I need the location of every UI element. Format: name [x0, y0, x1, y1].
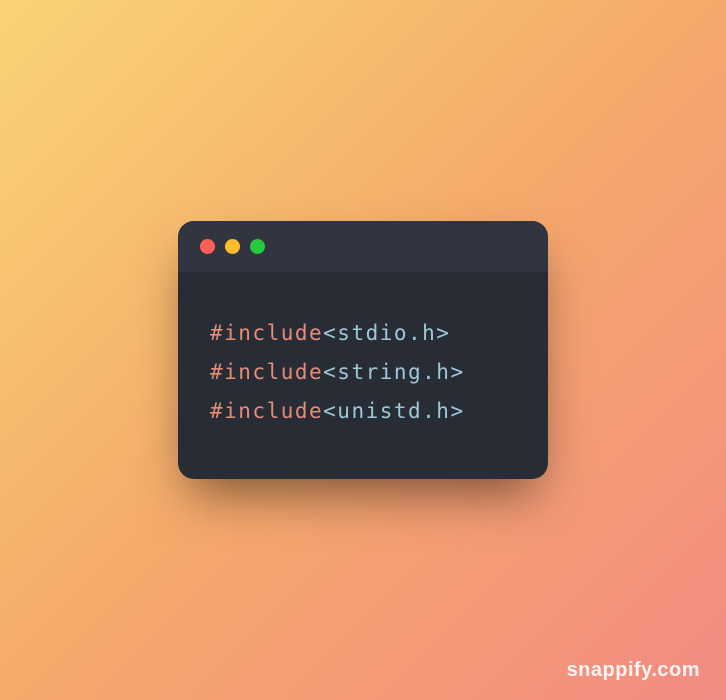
- preprocessor-directive: #include: [210, 321, 323, 345]
- minimize-icon[interactable]: [225, 239, 240, 254]
- watermark: snappify.com: [567, 659, 700, 682]
- maximize-icon[interactable]: [250, 239, 265, 254]
- preprocessor-directive: #include: [210, 360, 323, 384]
- code-line: #include<unistd.h>: [210, 392, 516, 431]
- code-line: #include<stdio.h>: [210, 314, 516, 353]
- include-path: <unistd.h>: [323, 399, 464, 423]
- close-icon[interactable]: [200, 239, 215, 254]
- include-path: <stdio.h>: [323, 321, 450, 345]
- preprocessor-directive: #include: [210, 399, 323, 423]
- code-line: #include<string.h>: [210, 353, 516, 392]
- include-path: <string.h>: [323, 360, 464, 384]
- window-titlebar: [178, 221, 548, 272]
- code-window: #include<stdio.h> #include<string.h> #in…: [178, 221, 548, 479]
- code-content: #include<stdio.h> #include<string.h> #in…: [178, 272, 548, 479]
